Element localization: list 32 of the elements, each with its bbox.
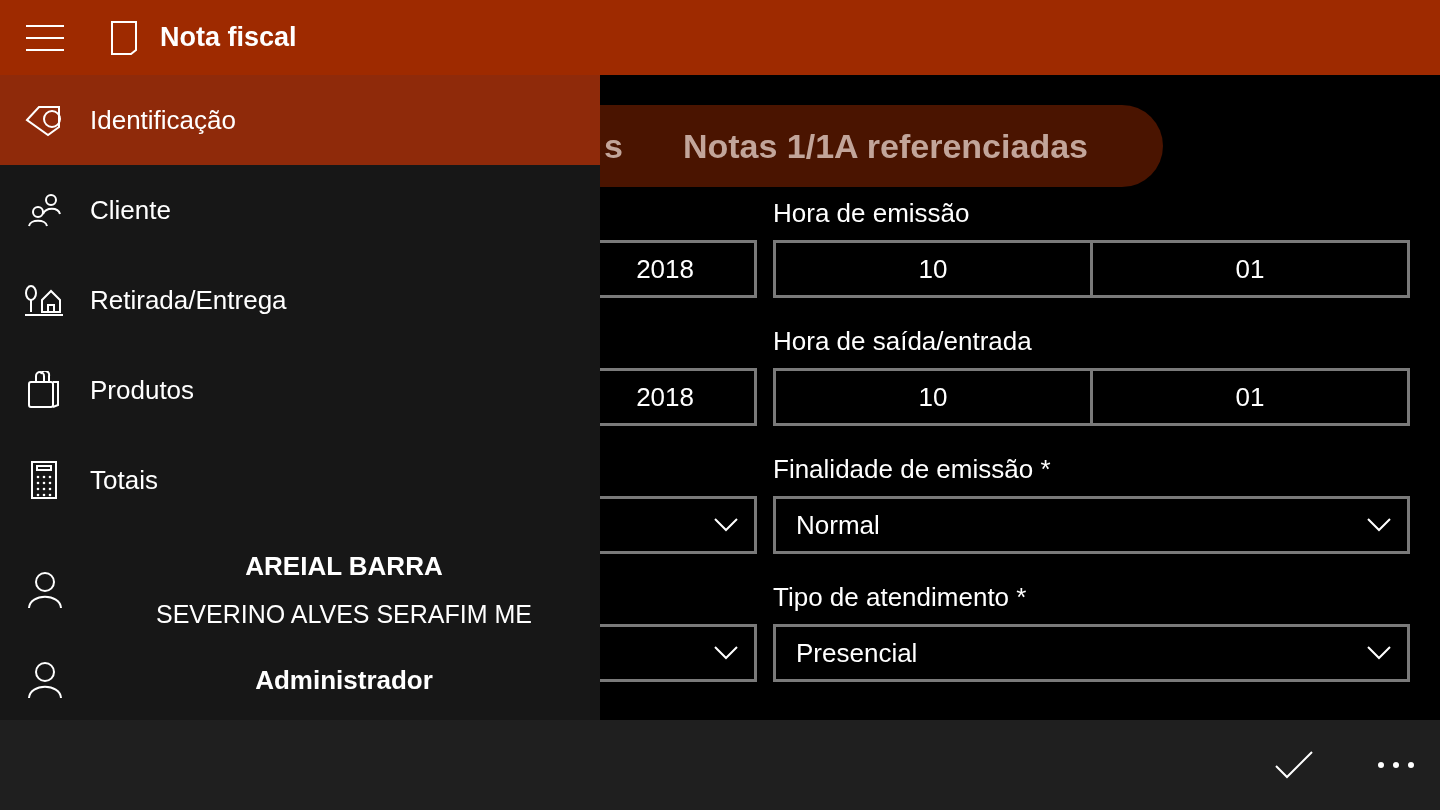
more-icon[interactable] [1378,761,1414,769]
people-icon [26,192,62,228]
tag-icon [24,103,64,137]
user-role: Administrador [255,663,433,697]
checkmark-icon[interactable] [1274,750,1314,780]
field-label: Hora de saída/entrada [773,325,1033,358]
app-title: Nota fiscal [160,21,297,55]
hour-field[interactable]: 10 [773,368,1093,426]
shopping-bag-icon [27,371,61,409]
company-name: AREIAL BARRA [245,549,443,583]
person-icon [27,571,63,609]
tree-and-house-icon [24,284,64,316]
person-icon [27,661,63,699]
dropdown[interactable]: Presencial [773,624,1410,682]
field-label: Hora de emissão [773,197,971,230]
minute-field[interactable]: 01 [1093,368,1410,426]
hour-field[interactable]: 10 [773,240,1093,298]
chevron-down-icon [1367,646,1391,660]
chevron-down-icon [714,646,738,660]
tab[interactable]: s [604,120,623,172]
menu-icon[interactable] [26,24,64,51]
nav-item[interactable]: Identificação [0,75,600,165]
tab[interactable]: Notas 1/1A referenciadas [682,120,1088,172]
calculator-icon [29,460,59,500]
minute-field[interactable]: 01 [1093,240,1410,298]
chevron-down-icon [1367,518,1391,532]
document-icon [110,19,138,56]
owner-name: SEVERINO ALVES SERAFIM ME [156,598,532,630]
dropdown[interactable]: Normal [773,496,1410,554]
field-label: Finalidade de emissão * [773,453,1052,486]
chevron-down-icon [714,518,738,532]
field-label: Tipo de atendimento * [773,581,1028,614]
